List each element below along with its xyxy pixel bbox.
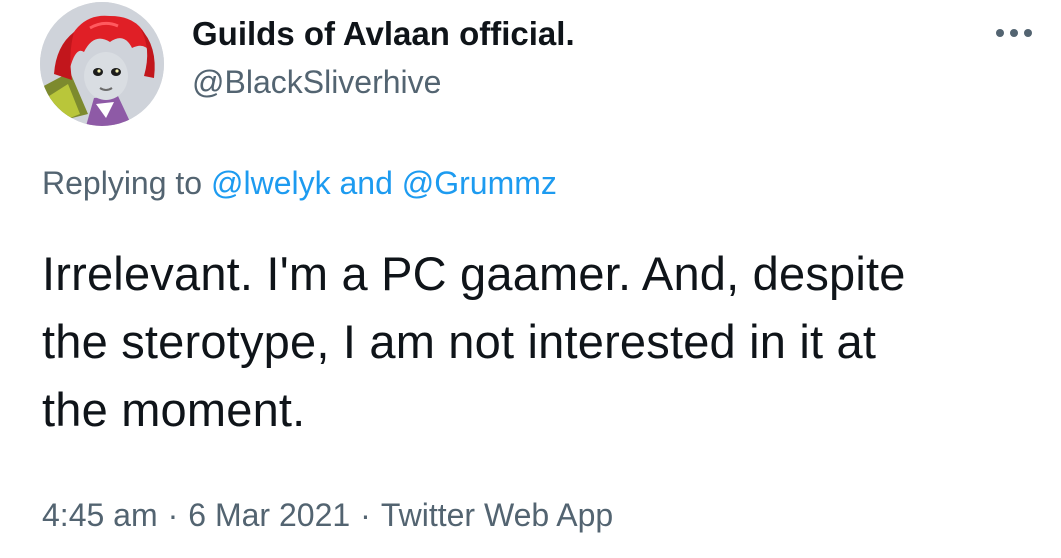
tweet-line: Irrelevant. I'm a PC gaamer. And, despit… (42, 247, 906, 300)
tweet-text: Irrelevant. I'm a PC gaamer. And, despit… (42, 240, 1042, 444)
tweet-source[interactable]: Twitter Web App (381, 497, 613, 533)
display-name[interactable]: Guilds of Avlaan official. (192, 14, 575, 54)
user-handle[interactable]: @BlackSliverhive (192, 62, 441, 102)
more-options-button[interactable] (992, 18, 1036, 46)
tweet-line: the sterotype, I am not interested in it… (42, 315, 877, 368)
more-horizontal-icon (1010, 29, 1018, 37)
separator: · (360, 497, 371, 533)
mention-link[interactable]: @lwelyk (211, 165, 331, 201)
mention-link[interactable]: @Grummz (402, 165, 557, 201)
avatar-image (40, 2, 164, 126)
reply-joiner: and (339, 165, 393, 201)
separator: · (167, 497, 179, 533)
tweet-metadata: 4:45 am · 6 Mar 2021 · Twitter Web App (42, 494, 613, 536)
reply-prefix: Replying to (42, 165, 203, 201)
tweet-time[interactable]: 4:45 am (42, 497, 158, 533)
reply-context: Replying to @lwelyk and @Grummz (42, 162, 557, 204)
more-horizontal-icon (996, 29, 1004, 37)
avatar[interactable] (40, 2, 164, 126)
more-horizontal-icon (1024, 29, 1032, 37)
tweet-date[interactable]: 6 Mar 2021 (188, 497, 350, 533)
tweet-line: the moment. (42, 383, 306, 436)
